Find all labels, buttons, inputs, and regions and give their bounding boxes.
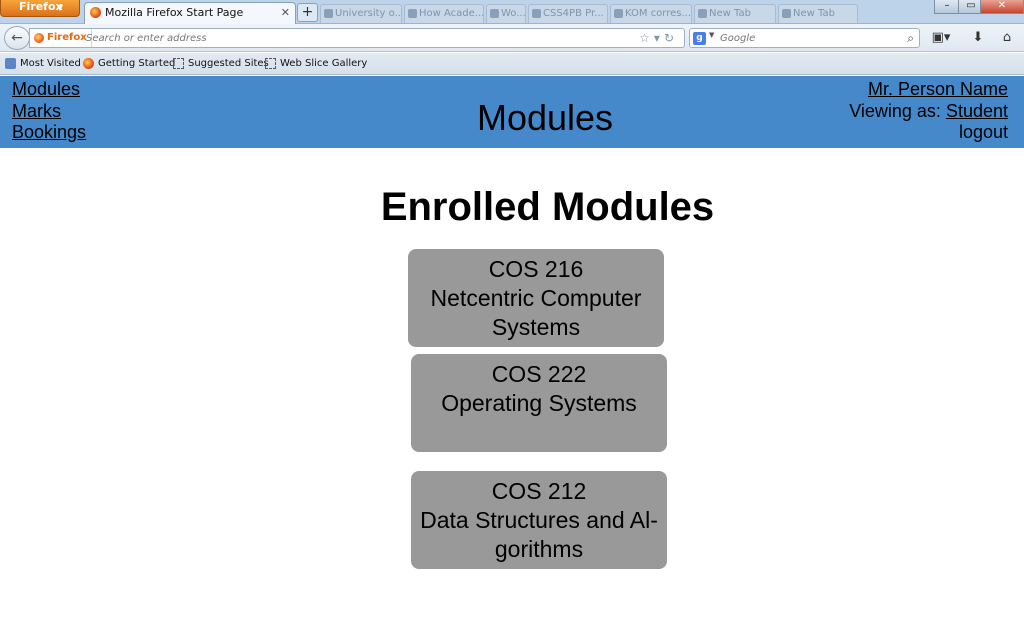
bookmark-label: Most Visited [20,58,81,69]
tab-start-page[interactable]: Mozilla Firefox Start Page ✕ [84,2,296,24]
address-input[interactable] [86,30,616,46]
most-visited-icon [5,58,16,69]
favicon-icon [782,9,791,18]
module-code: COS 216 [488,256,584,282]
bookmarks-menu-icon[interactable]: ▣▾ [930,29,952,47]
bookmark-getting-started[interactable]: Getting Started [82,57,175,71]
firefox-icon [83,58,94,69]
module-name: Netcentric Computer Systems [430,285,642,340]
address-bar[interactable]: Firefox ☆▾↻ [29,28,685,48]
chevron-down-icon[interactable]: ▾ [654,31,664,45]
home-icon[interactable]: ⌂ [996,29,1018,47]
site-identity-button[interactable]: Firefox [34,29,92,47]
bookmarks-toolbar: Most Visited Getting Started Suggested S… [0,53,1024,75]
download-icon[interactable]: ⬇ [967,29,989,47]
url-actions: ☆▾↻ [639,29,678,47]
tab-title: How Acade... [419,8,484,19]
bookmark-label: Suggested Sites [188,58,269,69]
new-tab-button[interactable]: + [297,3,318,22]
bookmark-label: Getting Started [98,58,176,69]
search-icon[interactable]: ⌕ [907,29,914,47]
role-link[interactable]: Student [946,101,1008,121]
navigation-toolbar: ← Firefox ☆▾↻ g ▼ ⌕ ▣▾ ⬇ ⌂ [0,24,1024,52]
bookmark-web-slice-gallery[interactable]: Web Slice Gallery [264,57,367,71]
favicon-icon [698,9,707,18]
arrow-left-icon: ← [11,30,23,46]
tab-title: Wo... [501,8,526,19]
background-tab[interactable]: How Acade... [404,4,484,23]
search-input[interactable] [720,30,890,46]
tab-title: New Tab [793,8,835,19]
google-icon[interactable]: g [693,32,706,45]
star-icon[interactable]: ☆ [639,31,654,45]
chevron-down-icon: ▼ [56,3,63,12]
logout-link[interactable]: logout [959,122,1008,142]
module-name: Operating Systems [441,390,637,416]
web-page: Modules Marks Bookings Modules Mr. Perso… [0,76,1024,624]
background-tab[interactable]: Wo... [486,4,526,23]
user-panel: Mr. Person Name Viewing as: Student logo… [849,79,1008,144]
firefox-icon [34,33,44,43]
background-tab[interactable]: New Tab [778,4,858,23]
module-code: COS 222 [491,361,587,387]
bookmark-label: Web Slice Gallery [280,58,368,69]
favicon-icon [408,9,417,18]
back-button[interactable]: ← [4,26,30,50]
background-tab[interactable]: CSS4PB Pr... [528,4,608,23]
firefox-menu-button[interactable]: Firefox ▼ [0,0,80,17]
site-header: Modules Marks Bookings Modules Mr. Perso… [0,76,1024,148]
tab-title: KOM corres... [625,8,692,19]
viewing-as-label: Viewing as: [849,100,941,121]
module-name: Data Structures and Al-gorithms [420,507,658,562]
browser-tabstrip: Firefox ▼ Mozilla Firefox Start Page ✕ +… [0,0,1024,24]
window-close-button[interactable]: ✕ [980,0,1024,14]
dashed-page-icon [173,58,184,69]
search-bar[interactable]: g ▼ ⌕ [689,28,920,48]
identity-label: Firefox [47,32,87,43]
tab-title: Mozilla Firefox Start Page [105,6,244,19]
minimize-button[interactable]: – [934,0,960,14]
background-tab[interactable]: KOM corres... [610,4,692,23]
favicon-icon [490,9,499,18]
module-card-cos212[interactable]: COS 212 Data Structures and Al-gorithms [411,471,667,569]
tab-title: New Tab [709,8,751,19]
favicon-icon [614,9,623,18]
close-icon[interactable]: ✕ [281,3,290,22]
favicon-icon [324,9,333,18]
module-card-cos222[interactable]: COS 222 Operating Systems [411,354,667,452]
dashed-page-icon [265,58,276,69]
tab-title: CSS4PB Pr... [543,8,604,19]
favicon-icon [532,9,541,18]
reload-icon[interactable]: ↻ [664,31,678,45]
user-name-link[interactable]: Mr. Person Name [868,79,1008,99]
section-heading: Enrolled Modules [380,185,715,229]
firefox-icon [90,7,101,18]
background-tab[interactable]: New Tab [694,4,776,23]
tab-title: University o... [335,8,402,19]
bookmark-suggested-sites[interactable]: Suggested Sites [172,57,269,71]
module-card-cos216[interactable]: COS 216 Netcentric Computer Systems [408,249,664,347]
background-tab[interactable]: University o... [320,4,402,23]
module-code: COS 212 [491,478,587,504]
chevron-down-icon[interactable]: ▼ [709,31,714,39]
bookmark-most-visited[interactable]: Most Visited [4,57,81,71]
